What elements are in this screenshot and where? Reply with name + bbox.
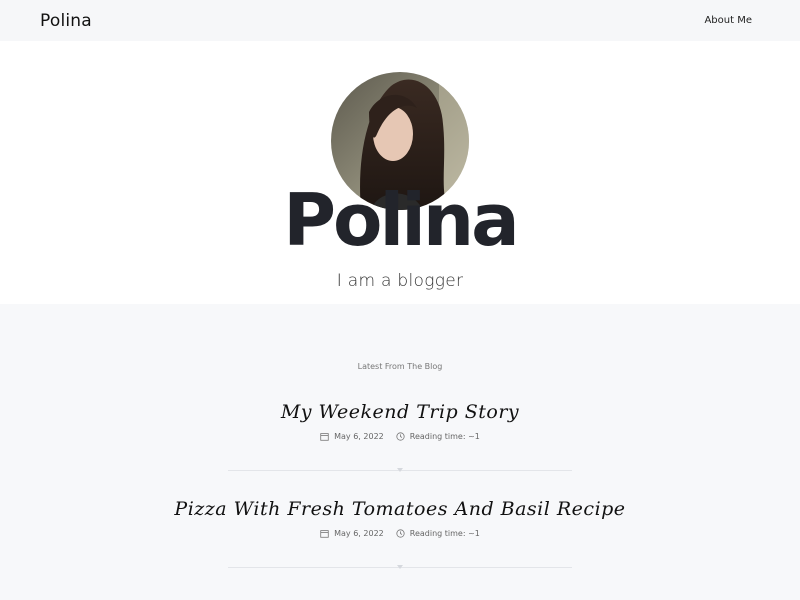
post-reading-time-text: Reading time: ~1 [409, 529, 480, 538]
nav-about-me[interactable]: About Me [704, 15, 752, 26]
clock-icon [396, 529, 405, 538]
blog-post: My Weekend Trip Story May 6, 2022 Readin… [0, 401, 800, 441]
post-date-text: May 6, 2022 [334, 432, 384, 441]
brand-logo-link[interactable]: Polina [40, 11, 92, 31]
blog-post: Pizza With Fresh Tomatoes And Basil Reci… [0, 498, 800, 538]
post-title-link[interactable]: Pizza With Fresh Tomatoes And Basil Reci… [0, 498, 800, 520]
post-date-text: May 6, 2022 [334, 529, 384, 538]
post-reading-time: Reading time: ~1 [396, 432, 480, 441]
clock-icon [396, 432, 405, 441]
post-date: May 6, 2022 [320, 432, 384, 441]
calendar-icon [320, 530, 329, 538]
top-navigation: Polina About Me [0, 0, 800, 41]
post-meta: May 6, 2022 Reading time: ~1 [0, 529, 800, 538]
chevron-down-icon [396, 563, 404, 571]
post-reading-time-text: Reading time: ~1 [409, 432, 480, 441]
post-title-link[interactable]: My Weekend Trip Story [0, 401, 800, 423]
chevron-down-icon [396, 466, 404, 474]
post-date: May 6, 2022 [320, 529, 384, 538]
hero-section: Polina I am a blogger [0, 41, 800, 304]
hero-subtitle: I am a blogger [336, 271, 464, 291]
section-label: Latest From The Blog [357, 362, 443, 371]
calendar-icon [320, 433, 329, 441]
hero-title: Polina [283, 178, 519, 262]
post-reading-time: Reading time: ~1 [396, 529, 480, 538]
post-meta: May 6, 2022 Reading time: ~1 [0, 432, 800, 441]
